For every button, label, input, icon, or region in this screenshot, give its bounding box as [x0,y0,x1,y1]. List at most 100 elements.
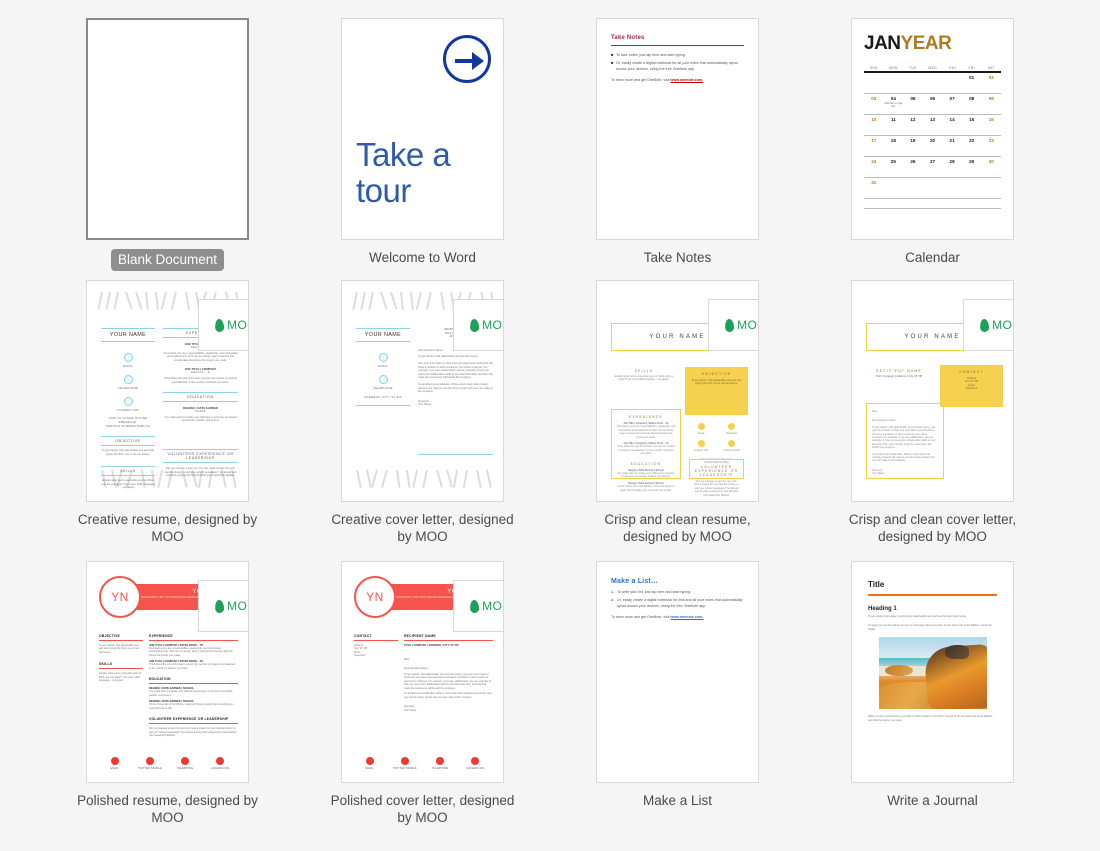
volunteer-body: Did you manage a team for your club, lea… [694,480,739,497]
calendar-day[interactable]: 27 [923,157,943,177]
calendar-day[interactable]: 19 [903,136,923,156]
thumbnail-write-a-journal[interactable]: Title Heading 1 To get started right awa… [851,561,1014,783]
contact-label: Further handle [723,449,740,453]
calendar-day[interactable]: 03 [864,94,884,114]
calendar-day[interactable]: 16 [981,115,1001,135]
template-card-calendar[interactable]: JANYEAR SUN MON TUE WED THU FRI SAT 01 0… [805,18,1060,280]
calendar-day[interactable]: 28 [942,157,962,177]
calendar-day[interactable] [923,73,943,93]
monogram-circle: YN [99,576,141,618]
calendar-day[interactable]: 24 [864,157,884,177]
calendar-day[interactable]: 23 [981,136,1001,156]
job-body: Summarize your key responsibilities, lea… [149,646,233,657]
day-header: THU [948,66,957,70]
calendar-day[interactable] [864,73,884,93]
calendar-day[interactable]: 15 [962,115,982,135]
day-header: FRI [968,66,975,70]
template-card-polished-resume[interactable]: YOUR NAME PROFESSION OR INDUSTRY | LINK … [40,561,295,842]
skills-body: Explain what you're especially good at. … [99,672,143,683]
thumbnail-crisp-cover-letter[interactable]: YOUR NAME CONTACT Address City, ST ZIP E… [851,280,1014,502]
calendar-day[interactable]: 05 [903,94,923,114]
calendar-day[interactable] [981,178,1001,198]
calendar-day[interactable] [884,73,904,93]
calendar-day[interactable]: 29 [962,157,982,177]
coastal-rocks-photo [878,637,987,710]
calendar-day[interactable]: 02 [981,73,1001,93]
calendar-day[interactable] [942,73,962,93]
calendar-day[interactable]: 31 [864,178,884,198]
calendar-day-with-event[interactable]: 04 Click here to type text [884,94,904,114]
objective-body: To get started, click placeholder text a… [691,379,742,386]
calendar-day[interactable]: 21 [942,136,962,156]
template-card-polished-cover-letter[interactable]: YOUR NAME PROFESSION OR INDUSTRY | LINK … [295,561,550,842]
section-skills: SKILLS [634,369,654,373]
template-card-blank-document[interactable]: Blank Document [40,18,295,280]
thumbnail-creative-cover-letter[interactable]: YOUR NAME EMAIL TELEPHONE ADDRESS, CITY,… [341,280,504,502]
thumbnail-take-notes[interactable]: Take Notes ■ To take notes, just tap her… [596,18,759,240]
make-a-list-footer-prefix: To learn more and get OneNote, visit [611,615,671,620]
divider [418,454,493,455]
thumbnail-crisp-resume[interactable]: YOUR NAME OBJECTIVE To get started, clic… [596,280,759,502]
thumbnail-welcome-to-word[interactable]: Take a tour [341,18,504,240]
volunteer-box: VOLUNTEER EXPERIENCE OR LEADERSHIP Did y… [689,459,744,497]
tour-line-1: Take a [356,136,451,173]
template-card-welcome-to-word[interactable]: Take a tour Welcome to Word [295,18,550,280]
calendar-day[interactable] [903,178,923,198]
calendar-day[interactable]: 25 [884,157,904,177]
calendar-day[interactable]: 01 [962,73,982,93]
calendar-day[interactable] [942,178,962,198]
journal-paragraph: To get started right away, just click an… [868,614,967,618]
calendar-day[interactable]: 10 [864,115,884,135]
calendar-day[interactable] [923,178,943,198]
thumbnail-polished-resume[interactable]: YOUR NAME PROFESSION OR INDUSTRY | LINK … [86,561,249,783]
thumbnail-blank-document[interactable] [86,18,249,240]
template-card-make-a-list[interactable]: Make a List… 1. To write your list, just… [550,561,805,842]
calendar-day[interactable]: 30 [981,157,1001,177]
template-card-take-notes[interactable]: Take Notes ■ To take notes, just tap her… [550,18,805,280]
calendar-day[interactable] [884,178,904,198]
monogram-text: YN [111,590,129,604]
calendar-day[interactable]: 22 [962,136,982,156]
take-notes-footer-prefix: To learn more and get OneNote, visit [611,78,671,83]
moo-leaf-icon [979,318,990,332]
thumbnail-polished-cover-letter[interactable]: YOUR NAME PROFESSION OR INDUSTRY | LINK … [341,561,504,783]
letter-body: It's all about personalization. Write a … [418,382,493,394]
onenote-link[interactable]: www.onenote.com. [671,78,704,82]
calendar-day[interactable]: 26 [903,157,923,177]
calendar-day[interactable]: 07 [942,94,962,114]
footer-icon-label: LINKEDIN URL [465,767,485,770]
calendar-week-row: 24 25 26 27 28 29 30 [864,157,1001,178]
calendar-day[interactable] [903,73,923,93]
handle-icon [728,440,736,448]
monogram-text: YN [366,590,384,604]
calendar-day[interactable]: 18 [884,136,904,156]
onenote-link[interactable]: www.onenote.com. [671,615,704,619]
calendar-day[interactable]: 14 [942,115,962,135]
letter-signature: Your Name [872,472,885,476]
template-gallery: Blank Document Take a tour Welcome to Wo… [0,0,1100,851]
calendar-day[interactable]: 20 [923,136,943,156]
calendar-day[interactable]: 11 [884,115,904,135]
template-caption-crisp-cover-letter: Crisp and clean cover letter, designed b… [848,512,1017,544]
template-card-creative-resume[interactable]: YOUR NAME EMAIL TELEPHONE LINKEDIN URL L… [40,280,295,561]
moo-logo-overlay: MOO [198,299,248,351]
template-card-crisp-cover-letter[interactable]: YOUR NAME CONTACT Address City, ST ZIP E… [805,280,1060,561]
calendar-day[interactable]: 13 [923,115,943,135]
thumbnail-calendar[interactable]: JANYEAR SUN MON TUE WED THU FRI SAT 01 0… [851,18,1014,240]
template-card-crisp-resume[interactable]: YOUR NAME OBJECTIVE To get started, clic… [550,280,805,561]
edu-body: You might want to include your GPA and a… [164,415,237,423]
thumbnail-make-a-list[interactable]: Make a List… 1. To write your list, just… [596,561,759,783]
template-card-write-a-journal[interactable]: Title Heading 1 To get started right awa… [805,561,1060,842]
calendar-day[interactable]: 17 [864,136,884,156]
calendar-day[interactable]: 09 [981,94,1001,114]
calendar-week-row: 03 04 Click here to type text 05 06 07 08… [864,94,1001,115]
calendar-day[interactable] [962,178,982,198]
linkedin-icon [471,757,480,765]
calendar-day[interactable]: 08 [962,94,982,114]
creative-contact-column: EMAIL TELEPHONE ADDRESS, CITY, ST ZIP [356,353,410,406]
template-card-creative-cover-letter[interactable]: YOUR NAME EMAIL TELEPHONE ADDRESS, CITY,… [295,280,550,561]
calendar-day[interactable]: 12 [903,115,923,135]
thumbnail-creative-resume[interactable]: YOUR NAME EMAIL TELEPHONE LINKEDIN URL L… [86,280,249,502]
twitter-icon [400,757,409,765]
calendar-day[interactable]: 06 [923,94,943,114]
